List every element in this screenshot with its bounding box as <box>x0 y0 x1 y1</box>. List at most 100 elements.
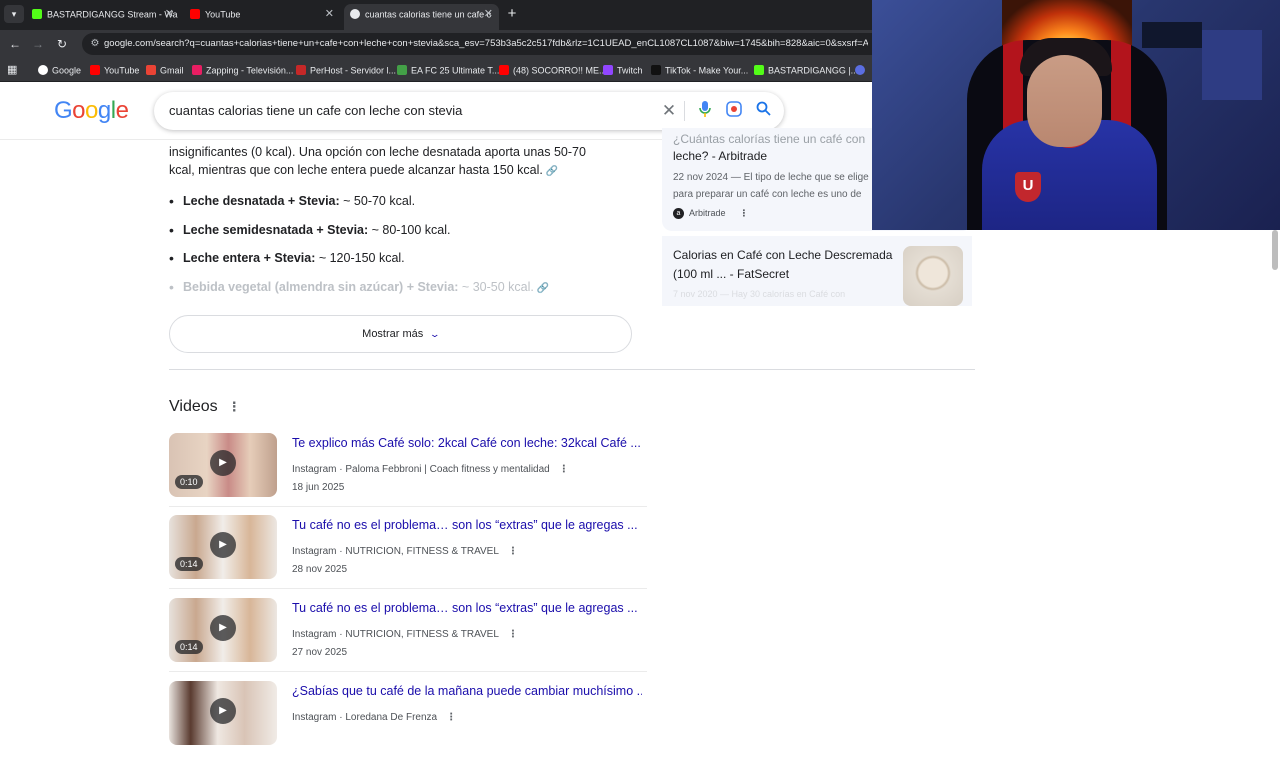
play-icon[interactable]: ▶ <box>210 698 236 724</box>
source-card-title-faded: ¿Cuántas calorías tiene un café con <box>673 132 866 146</box>
video-platform: Instagram <box>292 464 337 475</box>
tab-youtube[interactable]: YouTube ✕ <box>184 4 340 30</box>
list-item-label: Leche semidesnatada + Stevia: <box>183 223 369 237</box>
close-icon[interactable]: ✕ <box>484 4 493 24</box>
video-thumbnail[interactable]: ▶ <box>169 681 277 745</box>
site-info-icon[interactable]: ⚙ <box>88 36 102 52</box>
tab-title: BASTARDIGANGG Stream - Wa <box>47 9 178 20</box>
google-icon <box>350 8 360 19</box>
more-vert-icon[interactable]: ⋮ <box>508 629 518 640</box>
link-icon[interactable]: 🔗 <box>537 283 549 294</box>
list-item: Leche desnatada + Stevia: ~ 50-70 kcal. <box>169 192 416 210</box>
bookmark-google[interactable]: Google <box>38 63 81 77</box>
google-logo[interactable]: Google <box>54 97 129 125</box>
videos-heading: Videos ⋮ <box>169 398 241 416</box>
video-result[interactable]: ▶ 0:14 Tu café no es el problema… son lo… <box>169 598 647 681</box>
list-item: Leche semidesnatada + Stevia: ~ 80-100 k… <box>169 221 450 239</box>
snippet-line: 22 nov 2024 — El tipo de leche que se el… <box>673 172 869 183</box>
video-result[interactable]: ▶ 0:10 Te explico más Café solo: 2kcal C… <box>169 433 647 516</box>
tab-search-button[interactable]: ▾ <box>4 5 24 23</box>
bookmark-gmail[interactable]: Gmail <box>146 63 184 77</box>
video-thumbnail[interactable]: ▶ 0:14 <box>169 598 277 662</box>
list-item-label: Leche entera + Stevia: <box>183 251 316 265</box>
section-divider <box>169 369 975 370</box>
list-item: Leche entera + Stevia: ~ 120-150 kcal. <box>169 249 405 267</box>
video-meta: Instagram · Loredana De Frenza ⋮ <box>292 712 457 723</box>
scrollbar-track[interactable] <box>1270 230 1280 720</box>
chevron-down-icon: ⌄ <box>429 329 441 339</box>
video-title[interactable]: ¿Sabías que tu café de la mañana puede c… <box>292 683 642 699</box>
streamer-face <box>1027 55 1102 147</box>
divider <box>684 101 685 121</box>
video-title[interactable]: Te explico más Café solo: 2kcal Café con… <box>292 435 642 451</box>
address-bar[interactable]: ⚙ google.com/search?q=cuantas+calorias+t… <box>82 33 872 55</box>
more-vert-icon[interactable]: ⋮ <box>446 712 456 723</box>
close-icon[interactable]: ✕ <box>325 4 334 24</box>
video-date: 28 nov 2025 <box>292 564 348 575</box>
video-duration: 0:14 <box>175 557 203 571</box>
tab-google-search[interactable]: cuantas calorias tiene un cafe c ✕ <box>344 4 499 30</box>
bookmark-twitch[interactable]: Twitch <box>603 63 643 77</box>
search-input[interactable]: cuantas calorias tiene un cafe con leche… <box>169 103 462 118</box>
list-item-value: ~ 120-150 kcal. <box>315 251 405 265</box>
new-tab-button[interactable]: + <box>505 5 519 23</box>
kick-icon <box>754 64 764 75</box>
bookmark-tiktok[interactable]: TikTok - Make Your... <box>651 63 748 77</box>
more-vert-icon[interactable]: ⋮ <box>228 399 241 414</box>
list-item-value: ~ 30-50 kcal. <box>458 280 534 294</box>
bookmark-ea-fc[interactable]: EA FC 25 Ultimate T... <box>397 63 499 77</box>
more-vert-icon[interactable]: ⋮ <box>740 208 749 218</box>
close-icon[interactable]: ✕ <box>165 4 174 24</box>
show-more-button[interactable]: Mostrar más ⌄ <box>169 315 632 353</box>
youtube-icon <box>190 8 200 19</box>
video-platform: Instagram <box>292 546 337 557</box>
bookmark-perhost[interactable]: PerHost - Servidor l... <box>296 63 396 77</box>
microphone-icon[interactable] <box>695 101 715 121</box>
video-meta: Instagram · NUTRICION, FITNESS & TRAVEL ⋮ <box>292 546 518 557</box>
coffee-thumbnail <box>903 246 963 306</box>
video-platform: Instagram <box>292 629 337 640</box>
bookmark-extra[interactable] <box>855 63 869 77</box>
url-text: google.com/search?q=cuantas+calorias+tie… <box>104 38 868 49</box>
search-icon[interactable] <box>753 101 773 121</box>
play-icon[interactable]: ▶ <box>210 450 236 476</box>
more-vert-icon[interactable]: ⋮ <box>508 546 518 557</box>
video-title[interactable]: Tu café no es el problema… son los “extr… <box>292 517 642 533</box>
play-icon[interactable]: ▶ <box>210 615 236 641</box>
video-author: Paloma Febbroni | Coach fitness y mental… <box>345 464 550 475</box>
link-icon[interactable]: 🔗 <box>546 166 558 177</box>
video-date: 18 jun 2025 <box>292 482 345 493</box>
video-platform: Instagram <box>292 712 337 723</box>
futbin-icon <box>397 64 407 75</box>
video-title[interactable]: Tu café no es el problema… son los “extr… <box>292 600 642 616</box>
bookmark-youtube-video[interactable]: (48) SOCORRO!! ME... <box>499 63 607 77</box>
play-icon[interactable]: ▶ <box>210 532 236 558</box>
more-vert-icon[interactable]: ⋮ <box>559 464 569 475</box>
tab-strip: ▾ BASTARDIGANGG Stream - Wa ✕ YouTube ✕ … <box>0 0 872 30</box>
reload-icon[interactable]: ↻ <box>53 35 71 53</box>
list-item-value: ~ 50-70 kcal. <box>339 194 416 208</box>
search-box[interactable]: cuantas calorias tiene un cafe con leche… <box>154 92 784 130</box>
video-meta: Instagram · NUTRICION, FITNESS & TRAVEL ⋮ <box>292 629 518 640</box>
video-thumbnail[interactable]: ▶ 0:14 <box>169 515 277 579</box>
source-card-fatsecret[interactable]: Calorias en Café con Leche Descremada (1… <box>662 236 972 306</box>
tab-kick-stream[interactable]: BASTARDIGANGG Stream - Wa ✕ <box>26 4 180 30</box>
apps-grid-icon[interactable]: ▦ <box>7 64 19 76</box>
source-card-title-text: leche? - Arbitrade <box>673 149 768 163</box>
shelf <box>1142 22 1202 48</box>
scrollbar-thumb[interactable] <box>1272 230 1278 270</box>
snippet-line: para preparar un café con leche es uno d… <box>673 189 862 200</box>
tab-title: cuantas calorias tiene un cafe c <box>365 9 492 20</box>
google-icon <box>38 64 48 75</box>
bookmark-zapping[interactable]: Zapping - Televisión... <box>192 63 293 77</box>
clear-icon[interactable]: ✕ <box>659 101 679 121</box>
forward-icon[interactable]: → <box>29 35 47 53</box>
video-thumbnail[interactable]: ▶ 0:10 <box>169 433 277 497</box>
back-icon[interactable]: ← <box>6 35 24 53</box>
bookmark-youtube[interactable]: YouTube <box>90 63 139 77</box>
video-result[interactable]: ▶ ¿Sabías que tu café de la mañana puede… <box>169 681 647 764</box>
lens-camera-icon[interactable] <box>724 101 744 121</box>
bookmark-kick[interactable]: BASTARDIGANGG |... <box>754 63 858 77</box>
kick-icon <box>32 8 42 19</box>
video-result[interactable]: ▶ 0:14 Tu café no es el problema… son lo… <box>169 515 647 598</box>
